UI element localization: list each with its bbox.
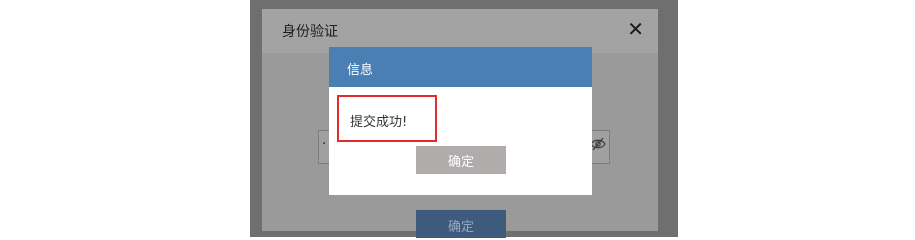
screen: 身份验证 ✕ ··· 确定 信息 提交成功! 确定 xyxy=(0,0,915,238)
message-dialog: 信息 提交成功! 确定 xyxy=(329,47,592,195)
submit-button[interactable]: 确定 xyxy=(416,210,506,238)
message-text: 提交成功! xyxy=(350,115,408,130)
ok-button[interactable]: 确定 xyxy=(416,146,506,174)
message-header: 信息 xyxy=(329,47,592,87)
message-highlight-box: 提交成功! xyxy=(337,95,437,142)
message-title: 信息 xyxy=(347,63,374,78)
eye-icon[interactable] xyxy=(590,136,606,152)
close-icon[interactable]: ✕ xyxy=(627,17,644,41)
dialog-title: 身份验证 xyxy=(282,24,338,40)
